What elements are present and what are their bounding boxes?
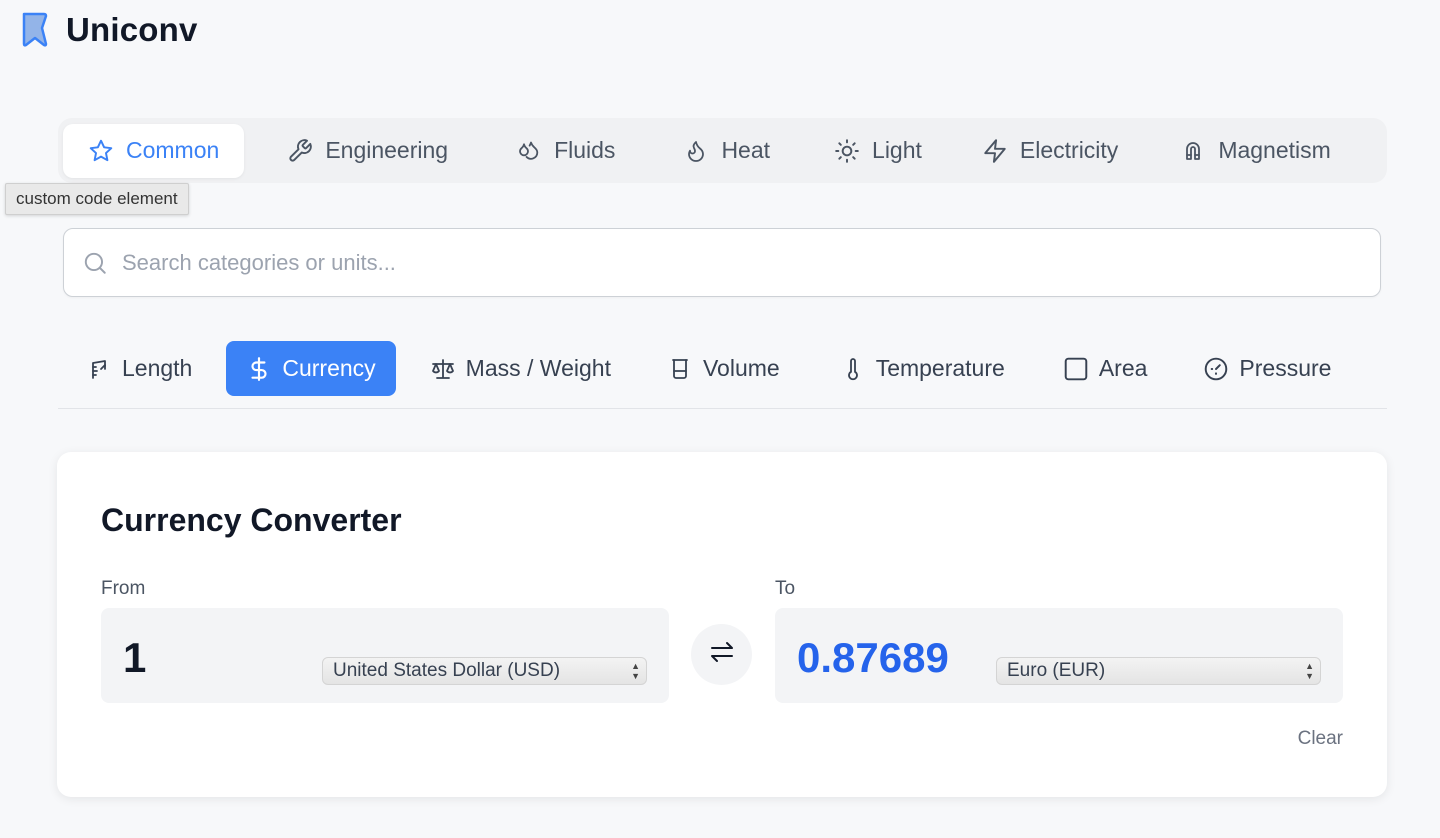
group-tab-electricity[interactable]: Electricity [957,124,1143,178]
swap-button[interactable] [691,624,752,685]
app-title: Uniconv [66,11,198,48]
category-tab-volume[interactable]: Volume [647,341,800,396]
category-tab-label: Area [1098,355,1148,381]
group-tab-label: Magnetism [1218,137,1331,163]
converter-card: Currency Converter From United States Do… [57,452,1387,797]
dollar-icon [246,356,272,382]
category-tab-area[interactable]: Area [1043,341,1168,396]
group-tab-heat[interactable]: Heat [658,124,795,178]
category-tab-label: Pressure [1239,355,1332,381]
from-unit-label: United States Dollar (USD) [333,660,561,681]
category-tab-currency[interactable]: Currency [226,341,396,396]
beaker-icon [667,356,693,382]
to-field: 0.87689 Euro (EUR) ▲ ▼ [775,608,1343,703]
from-field: United States Dollar (USD) ▲▼ [101,608,669,703]
clear-button[interactable]: Clear [1298,728,1343,750]
search-box [63,228,1381,297]
search-icon [82,250,108,276]
droplets-icon [516,138,542,164]
category-tab-length[interactable]: Length [58,341,212,396]
zap-icon [982,138,1008,164]
to-unit-label: Euro (EUR) [1007,660,1106,681]
square-icon [1063,356,1089,382]
magnet-icon [1180,138,1206,164]
tooltip: custom code element [5,183,189,215]
group-tab-engineering[interactable]: Engineering [262,124,473,178]
to-label: To [775,578,796,599]
category-tab-label: Currency [282,355,376,381]
group-tab-label: Heat [721,137,771,163]
wrench-icon [287,138,313,164]
category-tab-label: Volume [702,355,780,381]
category-tab-pressure[interactable]: Pressure [1183,341,1351,396]
category-tab-label: Temperature [875,355,1005,381]
group-tabs: Common Engineering Fluids Heat Light Ele… [58,118,1387,183]
group-tab-magnetism[interactable]: Magnetism [1155,124,1355,178]
group-tab-common[interactable]: Common [63,123,245,178]
from-value-input[interactable] [123,634,323,682]
scale-icon [430,356,456,382]
group-tab-fluids[interactable]: Fluids [491,124,640,178]
group-tab-label: Fluids [554,137,616,163]
app-header: Uniconv [20,10,198,50]
ruler-icon [86,356,112,382]
group-tab-label: Light [872,137,922,163]
to-unit-select[interactable]: Euro (EUR) ▲ ▼ [996,657,1321,685]
from-unit-select[interactable]: United States Dollar (USD) ▲ ▼ [322,657,647,685]
group-tab-label: Common [126,137,220,163]
converter-title: Currency Converter [101,502,402,538]
category-tab-label: Mass / Weight [465,355,611,381]
star-icon [88,138,114,164]
gauge-icon [1203,356,1229,382]
group-tab-label: Engineering [325,137,449,163]
bookmark-logo-icon [20,10,50,50]
select-arrows-icon: ▲ ▼ [631,661,640,681]
select-arrows-icon: ▲ ▼ [1305,661,1314,681]
group-tab-label: Electricity [1019,137,1119,163]
category-tab-label: Length [122,355,193,381]
category-tab-mass-weight[interactable]: Mass / Weight [410,341,631,396]
to-value: 0.87689 [797,634,949,681]
thermometer-icon [840,356,866,382]
category-tabs: Length Currency Mass / Weight Volume Tem… [58,341,1387,409]
category-tab-temperature[interactable]: Temperature [820,341,1025,396]
from-label: From [101,578,146,599]
sun-icon [834,138,860,164]
group-tab-light[interactable]: Light [809,124,947,178]
search-input[interactable] [122,249,1380,276]
flame-icon [683,138,709,164]
swap-arrows-icon [708,640,736,669]
